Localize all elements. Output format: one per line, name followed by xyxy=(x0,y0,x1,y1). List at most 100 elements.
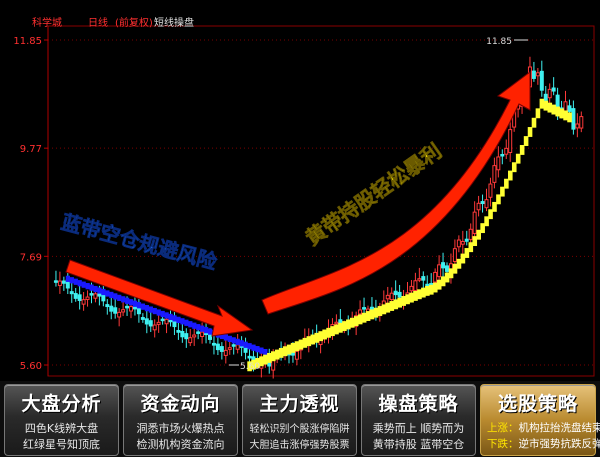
yellow-band-step xyxy=(515,153,521,164)
feature-bar: 大盘分析 四色K线辨大盘 红绿星号知顶底 资金动向 洞悉市场火爆热点 检测机构资… xyxy=(0,381,600,457)
yellow-band-step xyxy=(342,321,347,332)
panel-line: 乘势而上 顺势而为 xyxy=(372,422,465,435)
candle-body xyxy=(393,290,398,296)
candle-body xyxy=(476,202,481,211)
blue-band-step xyxy=(200,325,205,332)
panel-line: 下跌：逆市强势抗跌反弹 xyxy=(487,436,600,451)
blue-band-step xyxy=(231,337,236,344)
candle-body xyxy=(492,165,497,183)
candle-body xyxy=(417,278,422,281)
yellow-band-step xyxy=(452,263,458,274)
candle-body xyxy=(271,359,276,371)
candle-body xyxy=(535,72,540,77)
yellow-band-step xyxy=(271,351,276,362)
candle-body xyxy=(358,309,363,315)
blue-band-step xyxy=(196,324,201,331)
candle-body xyxy=(480,201,485,205)
candle-body xyxy=(160,318,165,322)
yellow-band-step xyxy=(527,127,533,137)
yellow-band-step xyxy=(519,145,525,155)
blue-band-step xyxy=(164,312,169,319)
blue-band-step xyxy=(89,284,94,291)
blue-band-step xyxy=(113,293,118,300)
blue-band-step xyxy=(105,290,110,297)
blue-band-step xyxy=(97,287,102,294)
blue-band-step xyxy=(156,309,161,316)
yellow-band-step xyxy=(460,253,466,264)
yellow-band-step xyxy=(274,349,280,360)
blue-band-step xyxy=(93,285,98,293)
blue-band-step xyxy=(168,313,173,321)
blue-band-step xyxy=(125,297,130,304)
candle-body xyxy=(219,346,224,352)
rise-label: 上涨： xyxy=(487,422,519,434)
yellow-band-step xyxy=(409,292,414,303)
candle-body xyxy=(362,307,367,310)
blue-band-step xyxy=(132,300,138,307)
price-chart[interactable]: 11.859.777.695.6011.855.60蓝带空仓规避风险 黄带持股轻松… xyxy=(0,0,600,381)
panel-main-force[interactable]: 主力透视 轻松识别个股涨停陷阱 大胆追击涨停强势股票 xyxy=(242,384,357,456)
panel-line: 黄带持股 蓝带空仓 xyxy=(372,438,465,451)
blue-band-step xyxy=(144,305,149,312)
candle-body xyxy=(215,343,220,351)
candle-body xyxy=(445,265,449,272)
panel-trading-strategy[interactable]: 操盘策略 乘势而上 顺势而为 黄带持股 蓝带空仓 xyxy=(361,384,476,456)
yellow-band-step xyxy=(357,314,363,325)
yellow-band-step xyxy=(369,309,375,320)
candle-body xyxy=(211,342,216,346)
panel-market-analysis[interactable]: 大盘分析 四色K线辨大盘 红绿星号知顶底 xyxy=(4,384,119,456)
candle-body xyxy=(89,293,94,296)
panel-capital-flow[interactable]: 资金动向 洞悉市场火爆热点 检测机构资金流向 xyxy=(123,384,238,456)
candle-body xyxy=(413,280,418,292)
yellow-band-step xyxy=(456,258,462,269)
blue-band-step xyxy=(117,294,122,301)
blue-band-step xyxy=(152,307,157,315)
yellow-band-step xyxy=(563,110,568,121)
yellow-band-step xyxy=(397,297,402,308)
candle-body xyxy=(85,296,90,300)
candle-body xyxy=(247,355,252,359)
candle-body xyxy=(409,285,414,292)
blue-band-step xyxy=(243,341,248,348)
chart-border xyxy=(47,25,595,377)
chart-window: 11.85 9.77 7.69 5.60 11.85 5.60 蓝带空仓规避风险 黄带持股轻松… xyxy=(0,0,600,457)
blue-band-step xyxy=(136,302,142,309)
panel-line: 轻松识别个股涨停陷阱 xyxy=(249,424,350,435)
candle-body xyxy=(73,293,78,299)
candle-body xyxy=(164,318,169,325)
candle-body xyxy=(484,199,489,209)
yellow-band-step xyxy=(500,186,505,197)
blue-band-step xyxy=(77,280,82,287)
blue-band-step xyxy=(208,328,213,335)
candle-body xyxy=(129,306,133,312)
blue-band-step xyxy=(109,291,114,299)
blue-band-step xyxy=(81,281,86,288)
yellow-band-step xyxy=(464,248,470,258)
rise-text: 机构拉抬洗盘结束 xyxy=(518,422,600,434)
yellow-band-step xyxy=(436,279,442,290)
yellow-band-step xyxy=(531,117,537,128)
blue-band-step xyxy=(239,340,244,347)
candle-body xyxy=(152,324,157,331)
candle-body xyxy=(425,283,430,287)
blue-band-step xyxy=(259,347,264,354)
blue-band-step xyxy=(129,299,134,306)
candle-body xyxy=(57,280,62,286)
candle-body xyxy=(77,294,82,301)
candle-body xyxy=(334,321,339,325)
yellow-band-step xyxy=(373,307,379,318)
yellow-band-step xyxy=(448,268,454,279)
candle-body xyxy=(385,294,390,300)
yellow-band-step xyxy=(346,319,351,330)
panel-stock-selection[interactable]: 选股策略 上涨：机构拉抬洗盘结束 下跌：逆市强势抗跌反弹 xyxy=(480,384,600,456)
candle-body xyxy=(508,129,513,153)
candle-body xyxy=(575,123,580,129)
candle-body xyxy=(539,70,544,91)
candle-body xyxy=(113,307,118,314)
yellow-band-step xyxy=(306,336,312,347)
y-tick-label: 5.60 xyxy=(20,361,42,372)
candle-body xyxy=(105,304,110,308)
blue-band-step xyxy=(121,296,126,303)
candle-body xyxy=(421,276,426,281)
yellow-band-step xyxy=(440,276,446,287)
